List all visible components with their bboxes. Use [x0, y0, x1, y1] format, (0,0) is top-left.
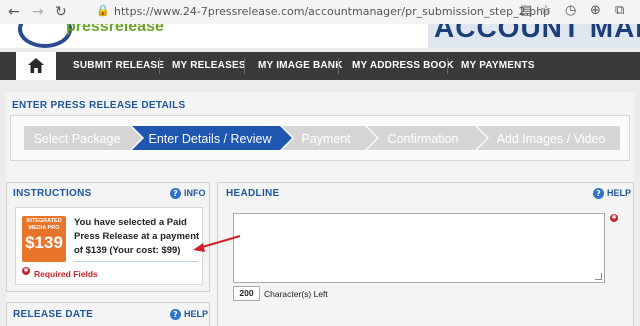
instructions-divider: [74, 261, 198, 262]
instructions-title: INSTRUCTIONS: [13, 188, 92, 199]
logo-swirl: [18, 24, 72, 48]
address-bar[interactable]: 🔒 https://www.24-7pressrelease.com/accou…: [90, 2, 550, 22]
instructions-panel: INSTRUCTIONS ? INFO INTEGRATED MEDIA PRO $…: [6, 182, 210, 292]
site-logo-text[interactable]: pressrelease: [66, 24, 164, 36]
help-label: HELP: [184, 309, 209, 319]
resize-grip[interactable]: [595, 273, 602, 280]
progress-steps: Select Package Enter Details / Review Pa…: [10, 115, 630, 161]
step-confirmation: Confirmation: [387, 132, 459, 146]
badge-line-1: INTEGRATED: [26, 218, 62, 224]
badge-line-2: MEDIA PRO: [28, 225, 60, 231]
required-icon: ✱: [22, 267, 30, 275]
headline-help-button[interactable]: ? HELP: [593, 188, 632, 200]
back-arrow-icon[interactable]: ←: [8, 3, 20, 21]
char-count-label: Character(s) Left: [264, 289, 328, 299]
nav-divider: [447, 58, 448, 74]
lock-icon[interactable]: 🔒: [96, 4, 110, 17]
reader-icon[interactable]: ▤: [520, 3, 532, 18]
main-navbar: SUBMIT RELEASE MY RELEASES MY IMAGE BANK…: [0, 52, 640, 80]
step-payment: Payment: [301, 132, 351, 146]
globe-icon[interactable]: ⊕: [590, 3, 601, 18]
help-icon: ?: [593, 188, 604, 200]
home-button[interactable]: [16, 52, 56, 80]
badge-price: $139: [25, 233, 63, 252]
nav-my-address-book[interactable]: MY ADDRESS BOOK: [352, 52, 454, 80]
nav-divider: [159, 58, 160, 74]
home-icon: [28, 58, 44, 73]
instructions-text: You have selected a Paid Press Release a…: [74, 217, 200, 256]
required-fields-label: Required Fields: [34, 269, 98, 279]
nav-submit-release[interactable]: SUBMIT RELEASE: [73, 52, 164, 80]
nav-divider: [244, 58, 245, 74]
details-section-title: ENTER PRESS RELEASE DETAILS: [12, 100, 186, 111]
step-enter-details: Enter Details / Review: [148, 132, 272, 146]
headline-required-icon: ✱: [610, 214, 618, 222]
extensions-icon[interactable]: ⧉: [615, 3, 624, 18]
release-date-panel: RELEASE DATE ? HELP: [6, 302, 210, 326]
nav-my-image-bank[interactable]: MY IMAGE BANK: [258, 52, 343, 80]
help-icon: ?: [170, 309, 181, 321]
headline-input[interactable]: [233, 213, 605, 283]
step-add-images-video: Add Images / Video: [496, 132, 606, 146]
info-icon: ?: [170, 188, 181, 200]
help-label: HELP: [607, 188, 632, 198]
step-select-package: Select Package: [33, 132, 121, 146]
release-date-title: RELEASE DATE: [13, 309, 94, 320]
reload-icon[interactable]: ↻: [55, 3, 67, 21]
forward-arrow-icon[interactable]: →: [32, 3, 44, 21]
info-button[interactable]: ? INFO: [170, 188, 206, 200]
instructions-box: INTEGRATED MEDIA PRO $139 You have select…: [15, 207, 203, 285]
nav-my-releases[interactable]: MY RELEASES: [172, 52, 246, 80]
headline-title: HEADLINE: [226, 188, 280, 199]
char-count-box: 200: [233, 286, 260, 301]
star-icon[interactable]: ☆: [540, 3, 552, 18]
url-text[interactable]: https://www.24-7pressrelease.com/account…: [114, 5, 550, 18]
site-header: pressrelease ACCOUNT MANAGER: [0, 24, 640, 48]
account-manager-banner: ACCOUNT MANAGER: [428, 24, 640, 48]
release-date-help-button[interactable]: ? HELP: [170, 309, 209, 321]
history-icon[interactable]: ◷: [565, 3, 576, 18]
nav-divider: [338, 58, 339, 74]
package-badge: INTEGRATED MEDIA PRO $139: [22, 216, 66, 262]
browser-toolbar: ← → ↻ 🔒 https://www.24-7pressrelease.com…: [0, 0, 640, 25]
badge-title: INTEGRATED MEDIA PRO: [22, 218, 66, 232]
info-label: INFO: [184, 188, 206, 198]
account-manager-text: ACCOUNT MANAGER: [434, 24, 640, 43]
nav-my-payments[interactable]: MY PAYMENTS: [461, 52, 535, 80]
